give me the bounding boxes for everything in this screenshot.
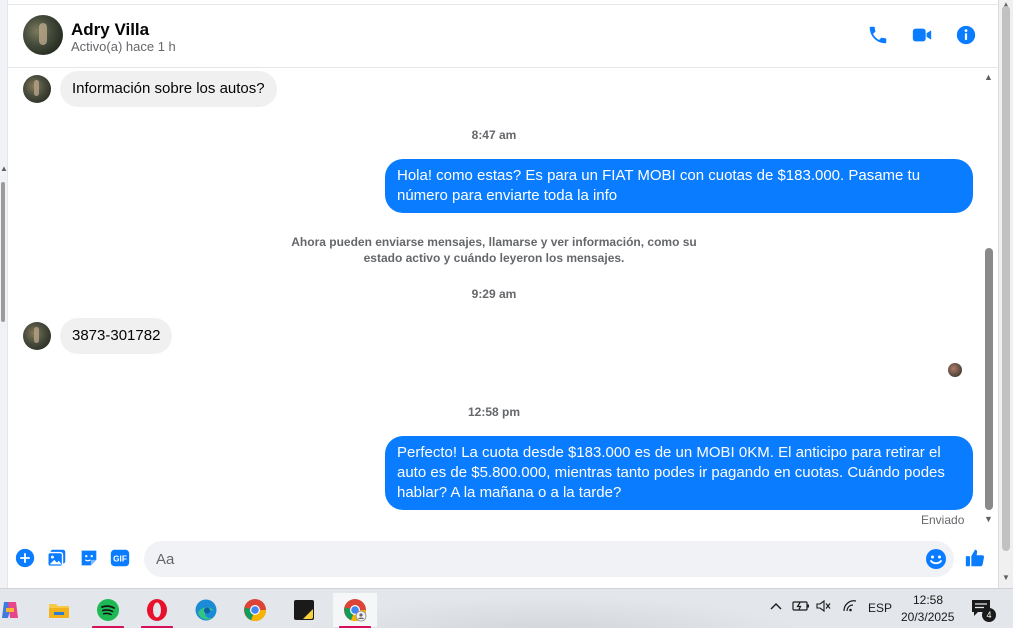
network-status[interactable] xyxy=(842,599,858,616)
left-edge-scrollbar[interactable]: ▲ xyxy=(0,0,8,588)
sender-avatar[interactable] xyxy=(23,75,51,103)
outgoing-message-bubble[interactable]: Perfecto! La cuota desde $183.000 es de … xyxy=(385,436,973,510)
video-camera-icon xyxy=(912,28,932,42)
outgoing-message-bubble[interactable]: Hola! como estas? Es para un FIAT MOBI c… xyxy=(385,159,973,213)
chrome-icon xyxy=(244,599,267,622)
info-icon xyxy=(956,25,976,45)
screen: ▲ Adry Villa Activo(a) hace 1 h Informac… xyxy=(0,0,1013,628)
folder-icon xyxy=(49,604,69,618)
taskbar-sticky-notes[interactable] xyxy=(284,593,324,627)
edge-icon xyxy=(195,599,217,621)
scrollbar-thumb[interactable] xyxy=(1,182,5,322)
attach-media-button[interactable] xyxy=(46,547,68,569)
spotify-icon xyxy=(97,599,119,621)
taskbar-copilot[interactable] xyxy=(0,593,30,627)
conversation-info-button[interactable] xyxy=(954,23,978,47)
wifi-icon xyxy=(843,600,857,612)
chat-header: Adry Villa Activo(a) hace 1 h xyxy=(8,4,998,68)
scroll-down-arrow[interactable]: ▼ xyxy=(984,514,993,524)
page-scrollbar[interactable]: ▲ ▼ xyxy=(998,0,1013,588)
taskbar-spotify[interactable] xyxy=(88,593,128,628)
taskbar-file-explorer[interactable] xyxy=(39,593,79,627)
scroll-down-arrow[interactable]: ▼ xyxy=(1002,573,1010,582)
message-timestamp: 12:58 pm xyxy=(467,405,521,419)
video-call-button[interactable] xyxy=(910,23,934,47)
emoji-button[interactable] xyxy=(924,547,948,571)
sticker-button[interactable] xyxy=(78,547,100,569)
battery-status[interactable] xyxy=(792,599,810,616)
message-input-container[interactable] xyxy=(144,541,954,577)
image-icon xyxy=(47,549,66,567)
scrollbar-thumb[interactable] xyxy=(985,248,993,510)
gif-icon: GIF xyxy=(110,549,130,567)
plus-circle-icon xyxy=(15,548,35,568)
windows-taskbar: ESP 12:58 20/3/2025 4 xyxy=(0,588,1013,628)
message-timestamp: 8:47 am xyxy=(471,128,517,142)
incoming-message-bubble[interactable]: 3873-301782 xyxy=(60,318,173,354)
copilot-icon xyxy=(2,602,18,618)
chrome-profile-icon xyxy=(344,599,367,622)
thumbs-up-icon xyxy=(965,549,985,567)
system-notice: Ahora pueden enviarse mensajes, llamarse… xyxy=(291,235,697,265)
contact-avatar[interactable] xyxy=(23,15,63,55)
taskbar-opera[interactable] xyxy=(137,593,177,628)
notification-center-button[interactable]: 4 xyxy=(970,597,996,622)
contact-name[interactable]: Adry Villa xyxy=(71,20,149,40)
phone-icon xyxy=(869,26,887,44)
message-list[interactable]: Información sobre los autos? 8:47 am Hol… xyxy=(8,68,980,530)
sticky-note-icon xyxy=(294,600,314,620)
more-actions-button[interactable] xyxy=(14,547,36,569)
volume-control[interactable] xyxy=(816,599,832,616)
sender-avatar[interactable] xyxy=(23,322,51,350)
chevron-up-icon xyxy=(770,603,782,610)
message-input[interactable] xyxy=(156,549,916,569)
like-button[interactable] xyxy=(964,547,986,569)
clock-time[interactable]: 12:58 xyxy=(913,593,943,607)
sticker-icon xyxy=(81,550,97,566)
opera-icon xyxy=(147,599,167,621)
incoming-message-row: Información sobre los autos? xyxy=(23,71,277,107)
contact-status: Activo(a) hace 1 h xyxy=(71,39,176,54)
clock-date[interactable]: 20/3/2025 xyxy=(901,610,954,624)
scrollbar-thumb[interactable] xyxy=(1002,6,1010,551)
taskbar-chrome-profile[interactable] xyxy=(333,593,377,628)
scroll-up-arrow[interactable]: ▲ xyxy=(984,72,993,82)
incoming-message-bubble[interactable]: Información sobre los autos? xyxy=(60,71,277,107)
input-language[interactable]: ESP xyxy=(868,601,892,615)
show-hidden-icons-button[interactable] xyxy=(769,599,783,616)
smiley-icon xyxy=(926,549,946,569)
taskbar-chrome[interactable] xyxy=(235,593,275,627)
scroll-up-arrow[interactable]: ▲ xyxy=(0,164,8,173)
battery-charging-icon xyxy=(792,601,809,611)
svg-text:GIF: GIF xyxy=(113,555,127,564)
incoming-message-row: 3873-301782 xyxy=(23,318,173,354)
audio-call-button[interactable] xyxy=(866,23,890,47)
message-timestamp: 9:29 am xyxy=(471,287,517,301)
message-composer: GIF xyxy=(8,530,998,588)
message-scrollbar[interactable]: ▲ ▼ xyxy=(980,68,998,528)
delivery-status: Enviado xyxy=(921,513,965,527)
read-receipt-avatar xyxy=(948,363,962,377)
notification-count-badge: 4 xyxy=(982,608,996,622)
volume-muted-icon xyxy=(816,599,831,613)
taskbar-edge[interactable] xyxy=(186,593,226,627)
gif-button[interactable]: GIF xyxy=(109,547,131,569)
